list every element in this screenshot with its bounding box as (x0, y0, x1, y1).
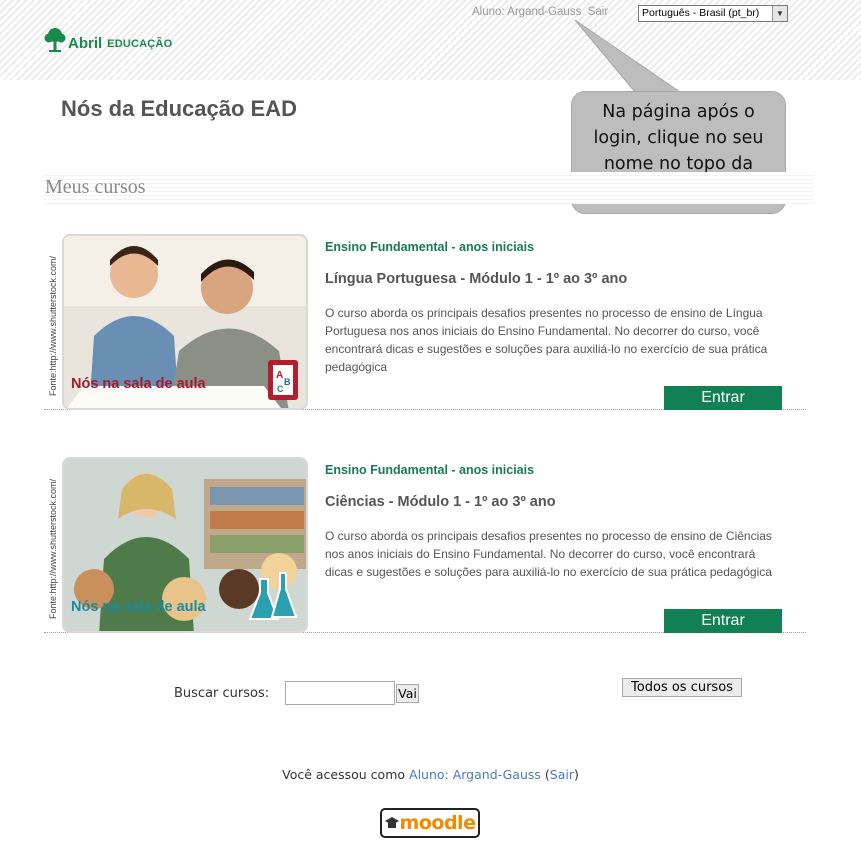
footer-login-info: Você acessou como Aluno: Argand-Gauss (S… (282, 767, 579, 782)
course-description: O curso aborda os principais desafios pr… (325, 529, 772, 579)
course-title[interactable]: Ciências - Módulo 1 - 1º ao 3º ano (325, 494, 556, 510)
tree-logo-icon (44, 28, 66, 52)
course-category: Ensino Fundamental - anos iniciais (325, 463, 535, 477)
select-arrow-icon: ▼ (772, 6, 787, 21)
moodle-logo-text: moodle (399, 812, 476, 834)
search-label: Buscar cursos: (174, 686, 270, 701)
course-title[interactable]: Língua Portuguesa - Módulo 1 - 1º ao 3º … (325, 271, 627, 287)
section-heading: Meus cursos (45, 176, 146, 198)
section-heading-band (44, 172, 814, 204)
callout-pointer (574, 19, 682, 93)
thumbnail-label: Nós na sala de aula (71, 376, 206, 392)
course-item: Fonte:http://www.shutterstock.com/ A B C (44, 220, 806, 410)
svg-text:A: A (276, 370, 283, 381)
search-go-button[interactable]: Vai (396, 684, 419, 703)
enter-course-button[interactable]: Entrar (664, 609, 782, 633)
abril-logo[interactable]: Abril EDUCAÇÃO (44, 27, 172, 53)
logged-in-prefix: Você acessou como (282, 767, 406, 782)
search-input[interactable] (285, 681, 395, 705)
footer-logout-link[interactable]: Sair (550, 767, 574, 782)
graduation-cap-icon (384, 817, 399, 828)
svg-text:C: C (277, 384, 284, 394)
site-title: Nós da Educação EAD (61, 96, 297, 121)
brand-secondary: EDUCAÇÃO (107, 38, 173, 50)
course-description: O curso aborda os principais desafios pr… (325, 306, 768, 374)
course-thumbnail[interactable]: Nós na sala de aula (62, 457, 308, 633)
course-category: Ensino Fundamental - anos iniciais (325, 240, 535, 254)
thumbnail-label: Nós na sala de aula (71, 599, 206, 615)
course-thumbnail[interactable]: A B C Nós na sala de aula (62, 234, 308, 410)
image-credit: Fonte:http://www.shutterstock.com/ (48, 255, 58, 396)
abc-book-icon: A B C (268, 360, 298, 400)
enter-course-button[interactable]: Entrar (664, 386, 782, 410)
course-item: Fonte:http://www.shutterstock.com/ Nós n… (44, 443, 806, 633)
footer-user-link[interactable]: Aluno: Argand-Gauss (409, 767, 541, 782)
brand-primary: Abril (68, 35, 103, 52)
image-credit: Fonte:http://www.shutterstock.com/ (48, 478, 58, 619)
svg-text:B: B (284, 377, 291, 387)
all-courses-button[interactable]: Todos os cursos (622, 678, 742, 697)
moodle-logo[interactable]: moodle (380, 808, 480, 838)
